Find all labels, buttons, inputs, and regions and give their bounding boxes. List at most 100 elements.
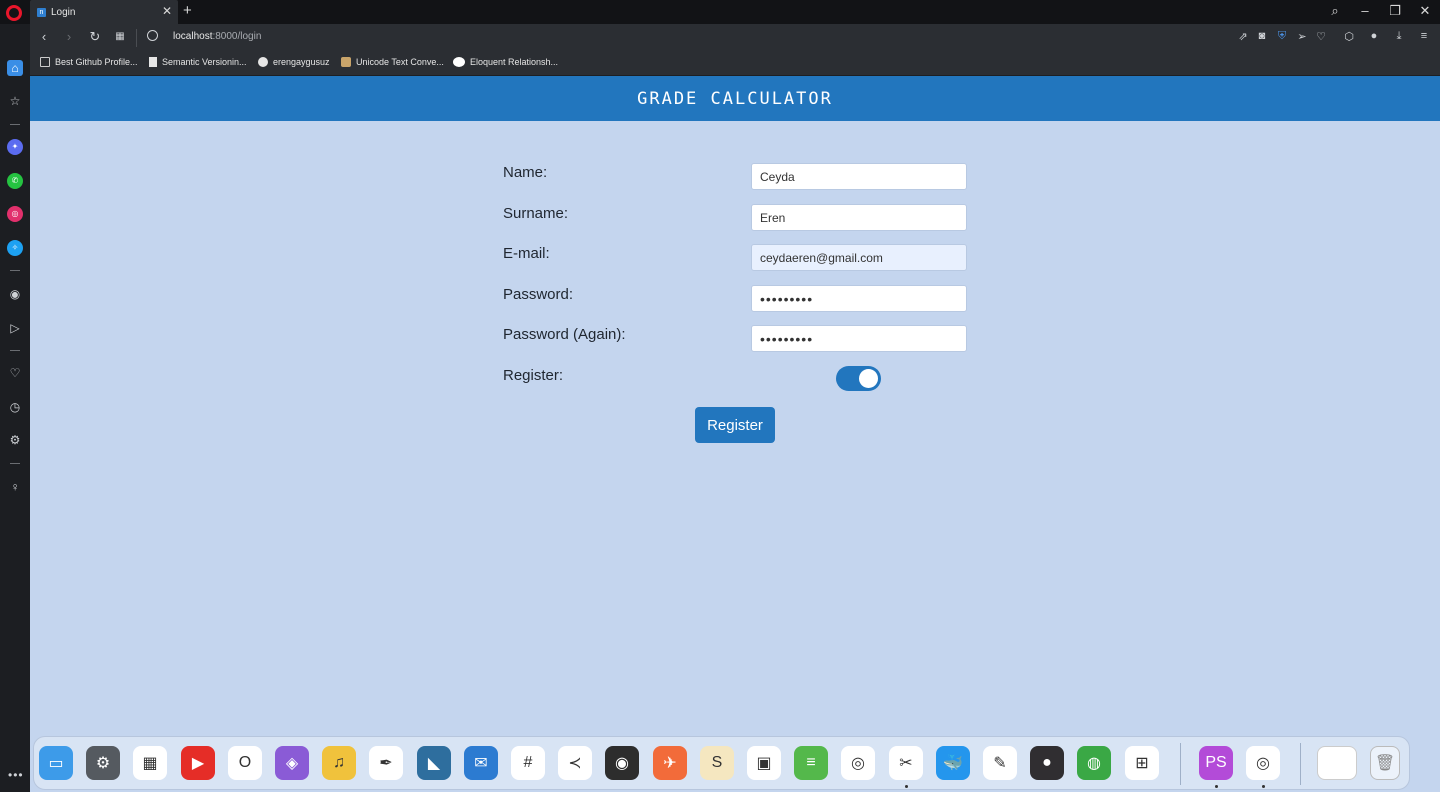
slack-app[interactable]: # bbox=[511, 746, 545, 780]
email-field[interactable] bbox=[751, 244, 967, 271]
youtube-app[interactable]: ▶ bbox=[181, 746, 215, 780]
files-app[interactable]: ▭ bbox=[39, 746, 73, 780]
gimp-app[interactable]: ✎ bbox=[983, 746, 1017, 780]
maps-app[interactable]: ◎ bbox=[841, 746, 875, 780]
page-viewport: Grade Calculator Name: Surname: E-mail: … bbox=[30, 76, 1440, 792]
close-window-icon[interactable]: ✕ bbox=[1415, 3, 1435, 19]
launcher-app[interactable]: ▦ bbox=[133, 746, 167, 780]
opera-app[interactable]: O bbox=[228, 746, 262, 780]
bookmark-item[interactable]: Unicode Text Conve... bbox=[341, 57, 444, 67]
forward-icon[interactable]: › bbox=[61, 29, 77, 44]
instagram-icon[interactable]: ◎ bbox=[7, 206, 23, 222]
easy-setup-icon[interactable]: ≡ bbox=[1417, 30, 1431, 42]
medium-icon bbox=[453, 57, 465, 67]
register-toggle[interactable] bbox=[836, 366, 881, 391]
sublime-app[interactable]: S bbox=[700, 746, 734, 780]
settings-app[interactable]: ⚙ bbox=[86, 746, 120, 780]
dock-divider bbox=[1300, 743, 1301, 785]
register-button[interactable]: Register bbox=[695, 407, 775, 443]
download-icon[interactable]: ⤓ bbox=[1392, 30, 1406, 43]
reload-icon[interactable]: ↻ bbox=[87, 29, 103, 45]
password-label: Password: bbox=[503, 286, 574, 303]
bookmark-item[interactable]: Best Github Profile... bbox=[40, 57, 138, 67]
files-app-icon: ▭ bbox=[48, 755, 64, 772]
more-icon[interactable]: ••• bbox=[8, 768, 24, 782]
audacity-app-icon: ♫ bbox=[333, 754, 345, 771]
mysql-workbench-app[interactable]: ◣ bbox=[417, 746, 451, 780]
bookmark-item[interactable]: Semantic Versionin... bbox=[149, 57, 247, 67]
search-tabs-icon[interactable]: ⌕ bbox=[1325, 3, 1345, 19]
bookmarks-bar: Best Github Profile... Semantic Versioni… bbox=[30, 52, 1440, 76]
visual-studio-app[interactable]: ◈ bbox=[275, 746, 309, 780]
browser-tab-login[interactable]: n Login ✕ bbox=[30, 0, 178, 24]
postman-app-icon: ✈ bbox=[663, 755, 677, 772]
new-tab-icon[interactable]: + bbox=[183, 2, 192, 19]
virtualbox-app[interactable]: ▣ bbox=[747, 746, 781, 780]
whatsapp-icon[interactable]: ✆ bbox=[7, 173, 23, 189]
sidebar-divider bbox=[10, 463, 20, 464]
github-icon bbox=[258, 57, 268, 67]
inkscape-app[interactable]: ✒ bbox=[369, 746, 403, 780]
close-tab-icon[interactable]: ✕ bbox=[162, 4, 172, 18]
jupyter-app-icon: ◉ bbox=[615, 755, 629, 772]
maps-app-running[interactable]: ◎ bbox=[1246, 746, 1280, 780]
sublime-app-icon: S bbox=[711, 754, 723, 771]
restore-icon[interactable]: ❐ bbox=[1385, 3, 1405, 19]
vscode-app[interactable]: ≺ bbox=[558, 746, 592, 780]
torrent-app[interactable]: ◍ bbox=[1077, 746, 1111, 780]
site-info-icon[interactable] bbox=[147, 30, 158, 41]
address-path: :8000/login bbox=[212, 31, 262, 42]
tips-bulb-icon[interactable]: ♀ bbox=[7, 479, 23, 495]
extensions-icon[interactable]: ⬡ bbox=[1342, 30, 1356, 43]
inkscape-app-icon: ✒ bbox=[379, 755, 393, 772]
bookmark-label: Unicode Text Conve... bbox=[356, 57, 444, 67]
audacity-app[interactable]: ♫ bbox=[322, 746, 356, 780]
pinboard-heart-icon[interactable]: ♡ bbox=[7, 365, 23, 381]
postman-app[interactable]: ✈ bbox=[653, 746, 687, 780]
vpn-shield-icon[interactable]: ⛨ bbox=[1275, 30, 1289, 43]
snipping-app[interactable]: ✂ bbox=[889, 746, 923, 780]
history-icon[interactable]: ◷ bbox=[7, 399, 23, 415]
address-bar[interactable]: localhost:8000/login bbox=[173, 31, 261, 42]
thunderbird-app[interactable]: ✉ bbox=[464, 746, 498, 780]
player-icon[interactable]: ◉ bbox=[7, 286, 23, 302]
minimize-icon[interactable]: – bbox=[1355, 3, 1375, 18]
name-field[interactable] bbox=[751, 163, 967, 190]
speed-dial-icon[interactable]: ☆ bbox=[7, 93, 23, 109]
email-label: E-mail: bbox=[503, 245, 550, 262]
share-icon[interactable]: ⇗ bbox=[1236, 30, 1250, 43]
tab-grid-icon[interactable]: ▦ bbox=[112, 31, 128, 42]
docker-app[interactable]: 🐳 bbox=[936, 746, 970, 780]
profile-avatar-icon[interactable]: ● bbox=[1367, 30, 1381, 42]
windows-app-icon: ⊞ bbox=[1135, 755, 1149, 772]
settings-gear-icon[interactable]: ⚙ bbox=[7, 432, 23, 448]
obs-app-icon: ● bbox=[1042, 754, 1052, 771]
bluestacks-app[interactable]: ≡ bbox=[794, 746, 828, 780]
password-again-field[interactable] bbox=[751, 325, 967, 352]
send-flow-icon[interactable]: ▷ bbox=[7, 320, 23, 336]
twitter-icon[interactable]: ✧ bbox=[7, 240, 23, 256]
windows-app[interactable]: ⊞ bbox=[1125, 746, 1159, 780]
trash-icon[interactable]: 🗑 bbox=[1370, 746, 1400, 780]
settings-app-icon: ⚙ bbox=[95, 755, 111, 772]
phpstorm-app[interactable]: PS bbox=[1199, 746, 1233, 780]
snapshot-icon[interactable]: ◙ bbox=[1255, 30, 1269, 42]
opera-logo-icon[interactable] bbox=[6, 5, 22, 21]
send-icon[interactable]: ➢ bbox=[1295, 30, 1309, 43]
bookmark-item[interactable]: erengaygusuz bbox=[258, 57, 330, 67]
obs-app[interactable]: ● bbox=[1030, 746, 1064, 780]
heart-icon[interactable]: ♡ bbox=[1314, 30, 1328, 43]
bookmark-item[interactable]: Eloquent Relationsh... bbox=[453, 57, 558, 67]
browser-toolbar: ‹ › ↻ ▦ localhost:8000/login ⇗ ◙ ⛨ ➢ ♡ ⬡… bbox=[30, 24, 1440, 52]
password-field[interactable] bbox=[751, 285, 967, 312]
snipping-app-icon: ✂ bbox=[899, 755, 913, 772]
back-icon[interactable]: ‹ bbox=[36, 29, 52, 44]
app-header: Grade Calculator bbox=[30, 76, 1440, 121]
tab-favicon-icon: n bbox=[37, 7, 46, 17]
messenger-icon[interactable]: ✦ bbox=[7, 139, 23, 155]
toggle-knob bbox=[859, 369, 878, 388]
home-icon[interactable]: ⌂ bbox=[7, 60, 23, 76]
jupyter-app[interactable]: ◉ bbox=[605, 746, 639, 780]
surname-field[interactable] bbox=[751, 204, 967, 231]
window-preview-thumbnail[interactable] bbox=[1317, 746, 1357, 780]
